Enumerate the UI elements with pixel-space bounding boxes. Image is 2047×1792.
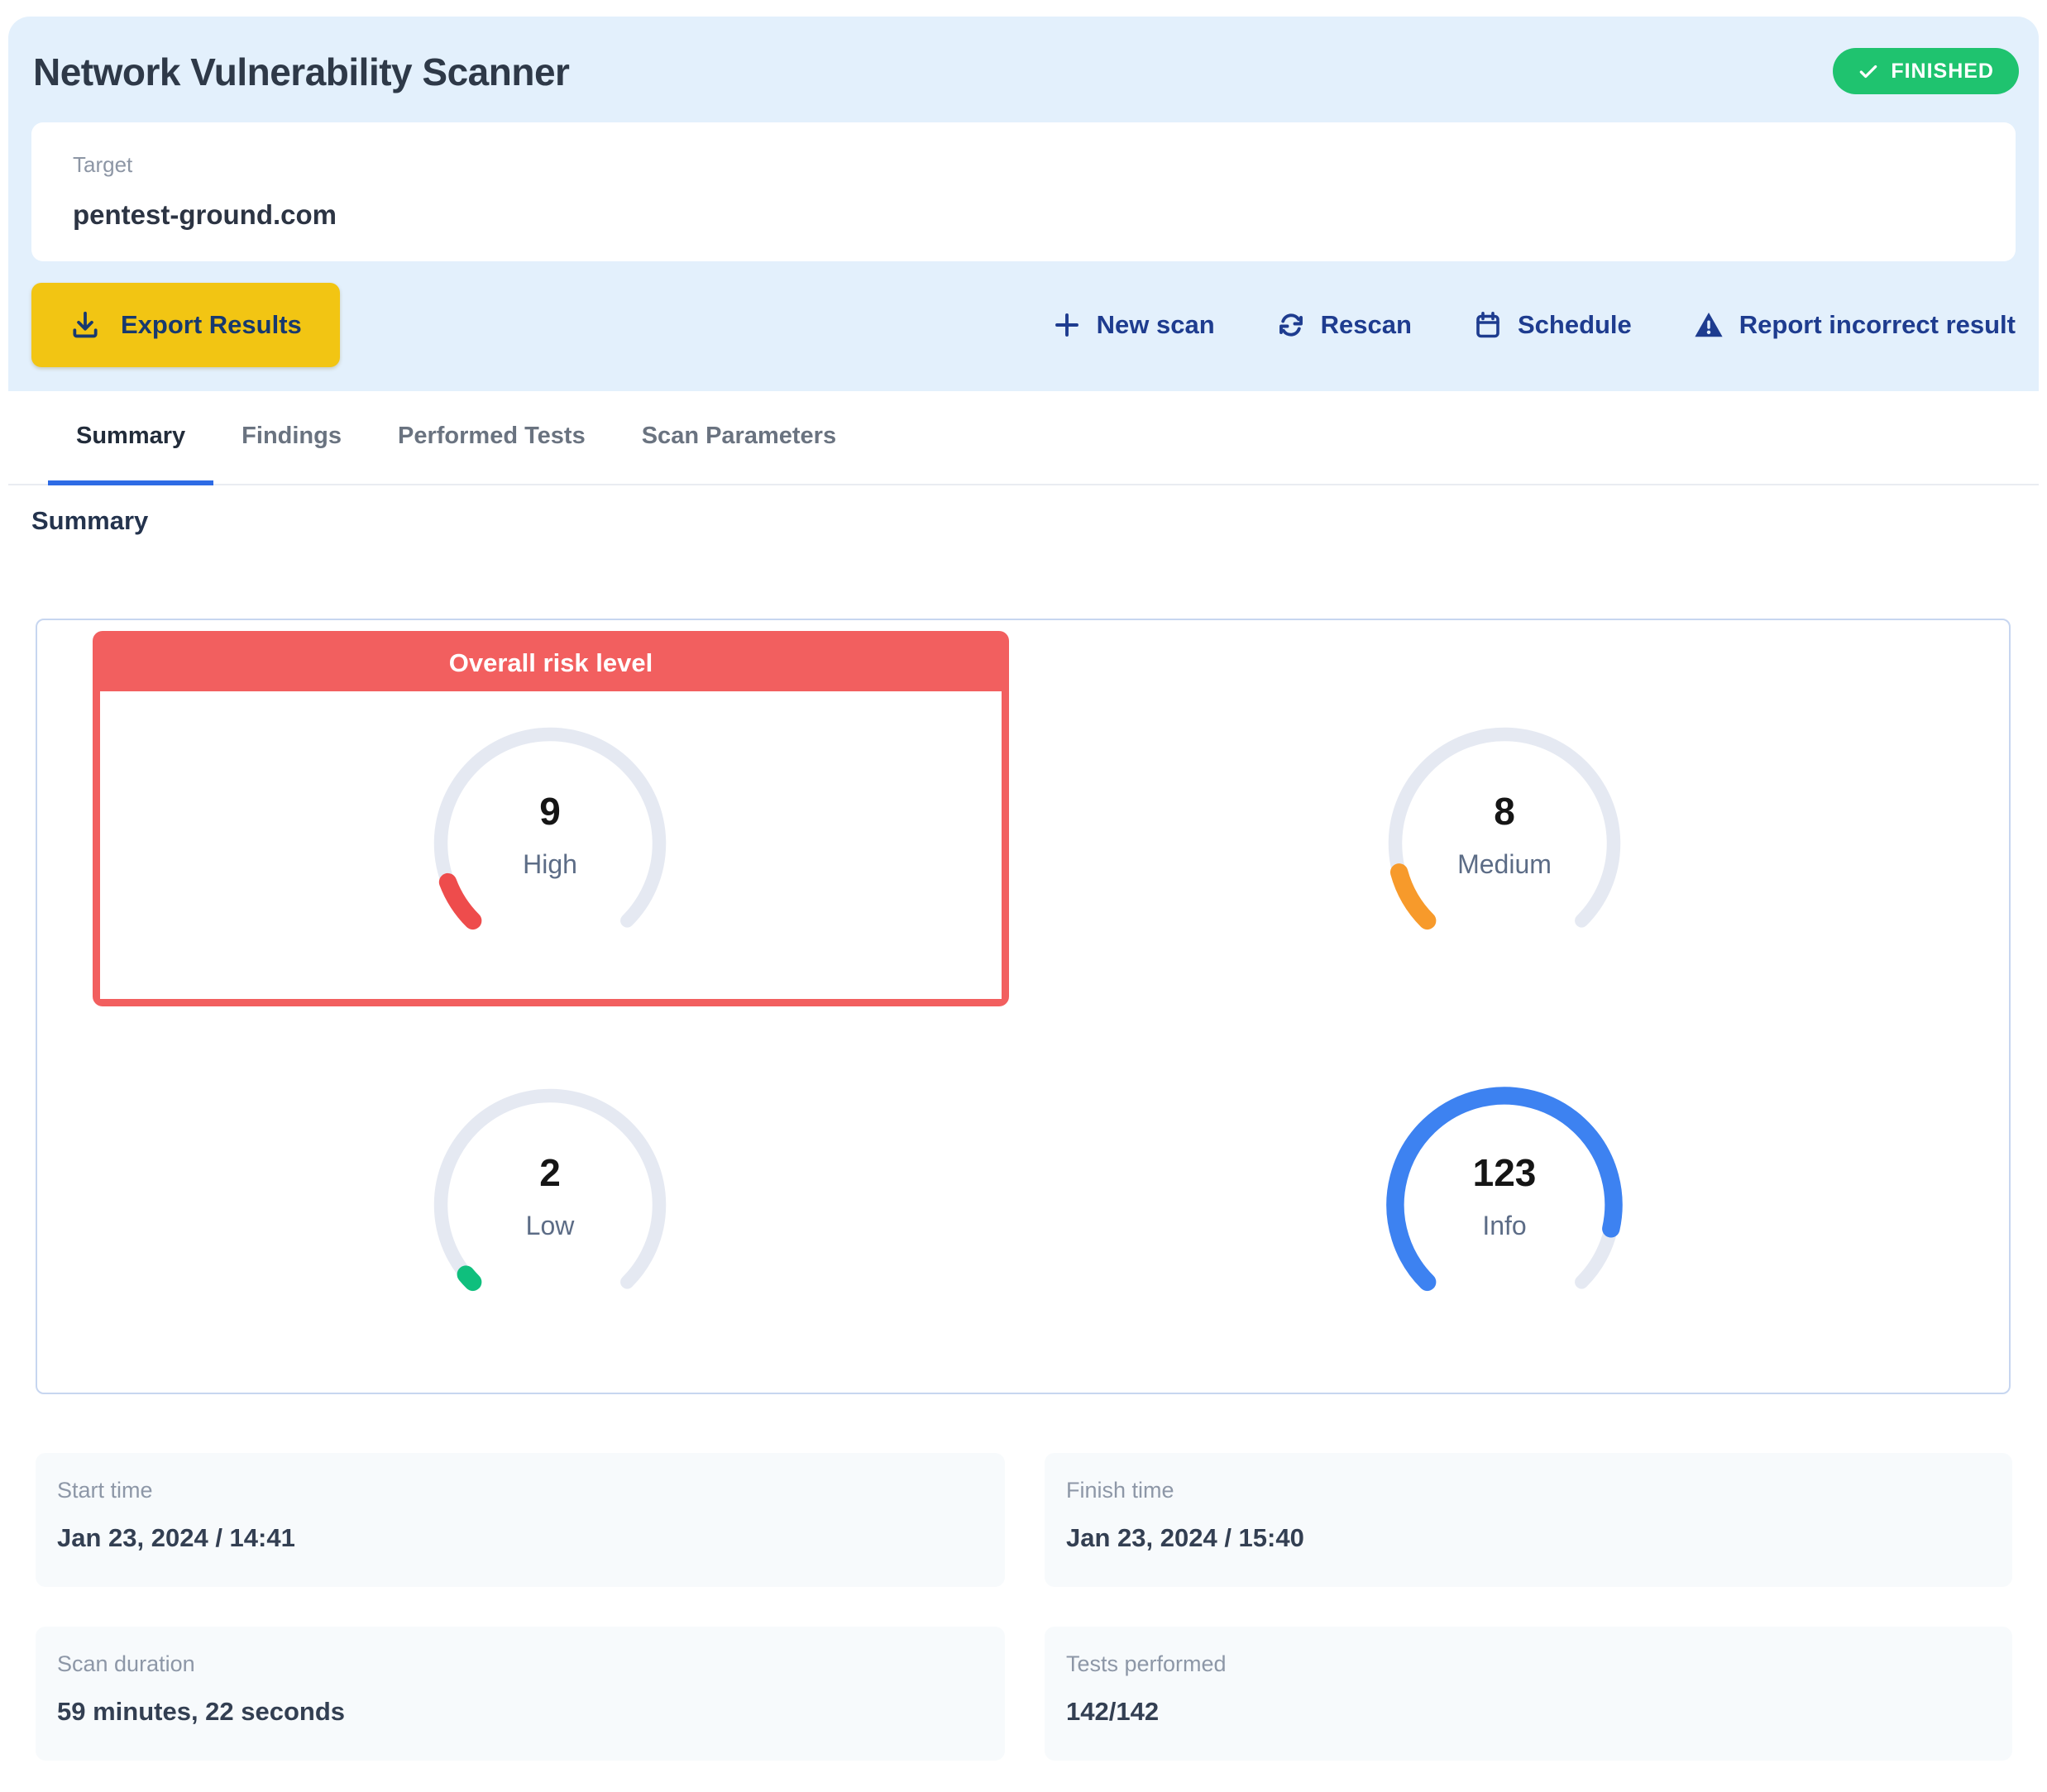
finish-time-card: Finish time Jan 23, 2024 / 15:40 bbox=[1045, 1453, 2012, 1587]
scan-duration-value: 59 minutes, 22 seconds bbox=[57, 1697, 1005, 1727]
gauge-low-value: 2 bbox=[414, 1150, 686, 1195]
gauge-info-value: 123 bbox=[1368, 1150, 1641, 1195]
toolbar: Export Results New scan R bbox=[31, 283, 2016, 367]
gauge-medium-value: 8 bbox=[1368, 789, 1641, 834]
page-title: Network Vulnerability Scanner bbox=[33, 50, 569, 94]
check-icon bbox=[1858, 60, 1879, 82]
gauge-high-value: 9 bbox=[414, 789, 686, 834]
gauge-high: 9 High bbox=[414, 707, 686, 980]
header-panel: Network Vulnerability Scanner FINISHED T… bbox=[8, 17, 2039, 391]
tab-bar: Summary Findings Performed Tests Scan Pa… bbox=[8, 391, 2039, 485]
gauge-info: 123 Info bbox=[1368, 1068, 1641, 1341]
scan-duration-card: Scan duration 59 minutes, 22 seconds bbox=[36, 1627, 1005, 1761]
start-time-card: Start time Jan 23, 2024 / 14:41 bbox=[36, 1453, 1005, 1587]
download-icon bbox=[69, 309, 101, 341]
refresh-icon bbox=[1276, 310, 1306, 340]
scan-results-page: Network Vulnerability Scanner FINISHED T… bbox=[0, 0, 2047, 1792]
target-label: Target bbox=[73, 152, 2016, 178]
summary-section-title: Summary bbox=[31, 506, 148, 536]
gauge-info-label: Info bbox=[1368, 1211, 1641, 1241]
warning-icon bbox=[1693, 309, 1724, 341]
rescan-label: Rescan bbox=[1321, 310, 1412, 340]
tests-performed-value: 142/142 bbox=[1066, 1697, 2012, 1727]
tab-scan-parameters[interactable]: Scan Parameters bbox=[614, 391, 864, 485]
target-value: pentest-ground.com bbox=[73, 199, 2016, 231]
gauge-medium: 8 Medium bbox=[1368, 707, 1641, 980]
gauge-high-label: High bbox=[414, 849, 686, 880]
start-time-value: Jan 23, 2024 / 14:41 bbox=[57, 1523, 1005, 1553]
tests-performed-card: Tests performed 142/142 bbox=[1045, 1627, 2012, 1761]
gauge-low: 2 Low bbox=[414, 1068, 686, 1341]
plus-icon bbox=[1052, 310, 1082, 340]
risk-summary-card: Overall risk level 9 High 8 Medium 2 Low… bbox=[36, 619, 2011, 1394]
tab-findings[interactable]: Findings bbox=[213, 391, 370, 485]
scan-duration-label: Scan duration bbox=[57, 1651, 1005, 1677]
report-incorrect-result-label: Report incorrect result bbox=[1739, 310, 2016, 340]
status-badge: FINISHED bbox=[1833, 48, 2019, 94]
new-scan-label: New scan bbox=[1097, 310, 1215, 340]
export-results-button[interactable]: Export Results bbox=[31, 283, 340, 367]
target-card: Target pentest-ground.com bbox=[31, 122, 2016, 261]
calendar-icon bbox=[1473, 310, 1503, 340]
status-badge-label: FINISHED bbox=[1891, 60, 1994, 84]
report-incorrect-result-button[interactable]: Report incorrect result bbox=[1693, 309, 2016, 341]
tab-summary[interactable]: Summary bbox=[48, 391, 213, 485]
schedule-button[interactable]: Schedule bbox=[1473, 310, 1632, 340]
start-time-label: Start time bbox=[57, 1478, 1005, 1503]
export-results-label: Export Results bbox=[121, 310, 302, 340]
tab-performed-tests[interactable]: Performed Tests bbox=[370, 391, 614, 485]
finish-time-label: Finish time bbox=[1066, 1478, 2012, 1503]
gauge-medium-label: Medium bbox=[1368, 849, 1641, 880]
tests-performed-label: Tests performed bbox=[1066, 1651, 2012, 1677]
schedule-label: Schedule bbox=[1518, 310, 1632, 340]
action-links: New scan Rescan bbox=[1052, 309, 2016, 341]
rescan-button[interactable]: Rescan bbox=[1276, 310, 1412, 340]
finish-time-value: Jan 23, 2024 / 15:40 bbox=[1066, 1523, 2012, 1553]
gauge-low-label: Low bbox=[414, 1211, 686, 1241]
new-scan-button[interactable]: New scan bbox=[1052, 310, 1215, 340]
overall-risk-level-label: Overall risk level bbox=[100, 638, 1002, 691]
